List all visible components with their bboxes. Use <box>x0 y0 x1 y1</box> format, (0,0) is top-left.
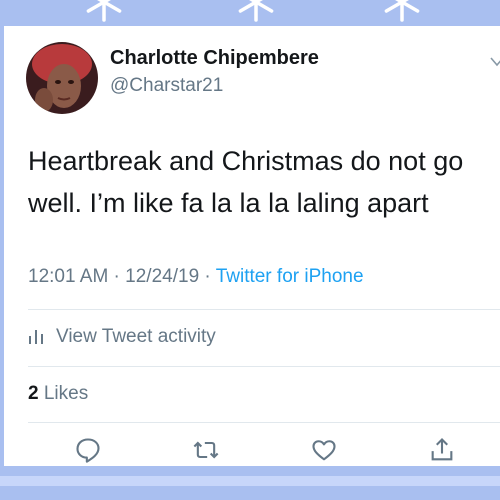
meta-separator: · <box>108 266 126 287</box>
meta-separator: · <box>199 266 216 287</box>
tweet-date: 12/24/19 <box>125 266 200 287</box>
snowflake-icon <box>238 0 274 22</box>
tweet-time: 12:01 AM <box>28 266 109 287</box>
snowflake-icon <box>384 0 420 22</box>
share-icon[interactable] <box>428 436 456 464</box>
avatar[interactable] <box>26 42 98 114</box>
chevron-down-icon[interactable] <box>490 56 500 68</box>
user-handle[interactable]: @Charstar21 <box>110 75 223 97</box>
divider <box>28 366 500 367</box>
divider <box>28 309 500 310</box>
bottom-banner <box>0 466 500 500</box>
view-tweet-activity[interactable]: View Tweet activity <box>28 326 216 348</box>
divider <box>28 422 500 423</box>
tweet-text: Heartbreak and Christmas do not go well.… <box>28 146 464 218</box>
reply-icon[interactable] <box>74 436 102 464</box>
analytics-icon <box>29 329 43 344</box>
retweet-icon[interactable] <box>192 436 220 464</box>
tweet-source-link[interactable]: Twitter for iPhone <box>216 266 364 287</box>
display-name[interactable]: Charlotte Chipembere <box>110 47 319 70</box>
likes-number: 2 <box>28 383 39 404</box>
likes-count[interactable]: 2 Likes <box>28 383 88 405</box>
likes-label: Likes <box>43 383 89 404</box>
snowflake-banner <box>0 0 500 26</box>
banner-stripe <box>0 476 500 486</box>
view-tweet-activity-label: View Tweet activity <box>56 326 216 347</box>
tweet-meta: 12:01 AM · 12/24/19 · Twitter for iPhone <box>28 266 364 288</box>
tweet-card: Charlotte Chipembere @Charstar21 Heartbr… <box>4 26 500 466</box>
snowflake-icon <box>86 0 122 22</box>
heart-icon[interactable] <box>310 436 338 464</box>
